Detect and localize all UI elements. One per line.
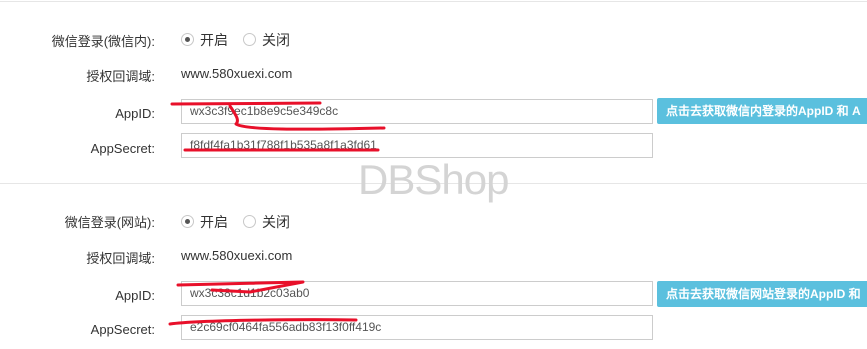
appsecret-label: AppSecret: bbox=[90, 322, 155, 337]
wechat-inapp-off-radio[interactable] bbox=[243, 33, 256, 46]
callback-domain-value: www.580xuexi.com bbox=[181, 66, 293, 81]
wechat-inapp-on-label[interactable]: 开启 bbox=[200, 30, 228, 50]
appid-input[interactable]: wx3c3f9ec1b8e9c5e349c8c bbox=[181, 99, 653, 124]
get-inapp-appid-button[interactable]: 点击去获取微信内登录的AppID 和 A bbox=[657, 98, 867, 124]
appsecret-label: AppSecret: bbox=[90, 141, 155, 156]
wechat-web-off-label[interactable]: 关闭 bbox=[262, 212, 290, 232]
wechat-inapp-off-label[interactable]: 关闭 bbox=[262, 30, 290, 50]
wechat-inapp-login-label: 微信登录(微信内): bbox=[51, 34, 155, 49]
appsecret-input[interactable]: f8fdf4fa1b31f788f1b535a8f1a3fd61 bbox=[181, 133, 653, 158]
appsecret-input[interactable]: e2c69cf0464fa556adb83f13f0ff419c bbox=[181, 315, 653, 340]
wechat-inapp-on-radio[interactable] bbox=[181, 33, 194, 46]
wechat-web-off-radio[interactable] bbox=[243, 215, 256, 228]
get-web-appid-button[interactable]: 点击去获取微信网站登录的AppID 和 bbox=[657, 281, 867, 307]
watermark: DBShop bbox=[358, 156, 509, 203]
callback-domain-label: 授权回调域: bbox=[86, 69, 155, 84]
appid-input[interactable]: wx3c38c1d1b2c03ab0 bbox=[181, 281, 653, 306]
appid-label: AppID: bbox=[115, 106, 155, 121]
top-divider bbox=[0, 1, 867, 2]
wechat-web-on-label[interactable]: 开启 bbox=[200, 212, 228, 232]
wechat-web-on-radio[interactable] bbox=[181, 215, 194, 228]
appid-label: AppID: bbox=[115, 288, 155, 303]
callback-domain-value: www.580xuexi.com bbox=[181, 248, 293, 263]
wechat-web-login-label: 微信登录(网站): bbox=[64, 215, 155, 230]
callback-domain-label: 授权回调域: bbox=[86, 251, 155, 266]
